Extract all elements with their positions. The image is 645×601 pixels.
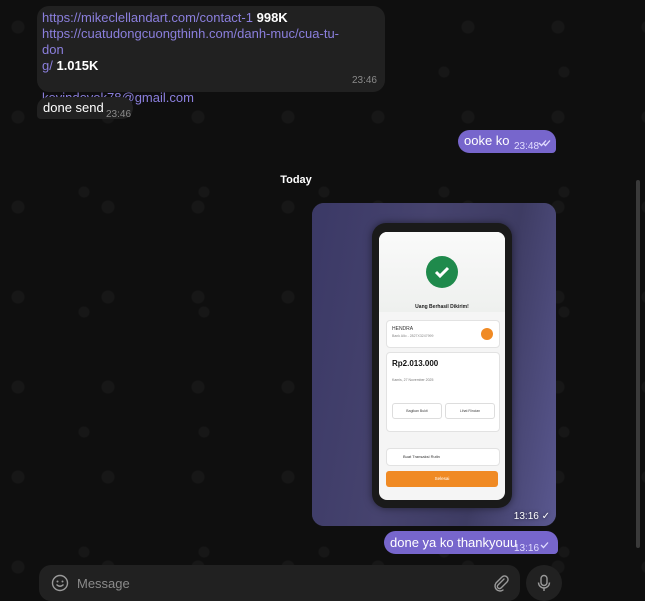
microphone-button[interactable] [526, 565, 562, 601]
outgoing-photo-message[interactable]: Uang Berhasil Dikirim! HENDRA Bank Allo … [312, 203, 556, 526]
link-cuatudong[interactable]: https://cuatudongcuongthinh.com/danh-muc… [42, 26, 339, 57]
routine-card: Buat Transaksi Rutin [386, 448, 500, 466]
outgoing-message-ooke[interactable]: ooke ko 23:48 [458, 130, 556, 153]
incoming-message-done[interactable]: done send 23:46 [37, 97, 133, 120]
recipient-sub: Bank Allo - 2827X3247999 [392, 334, 434, 338]
date-separator: Today [280, 174, 312, 186]
recipient-name: HENDRA [392, 326, 414, 332]
message-text: done ya ko thankyouu [390, 535, 518, 550]
share-proof-button: Bagikan Bukti [392, 403, 442, 419]
message-time: 23:48 [514, 141, 540, 152]
message-time: 13:16 [514, 543, 540, 554]
incoming-message-links[interactable]: https://mikeclellandart.com/contact-1 99… [37, 6, 385, 105]
routine-text: Buat Transaksi Rutin [403, 454, 440, 459]
size-label: 998K [256, 10, 288, 25]
size-label: 1.015K [56, 58, 99, 73]
message-composer [39, 565, 520, 601]
message-text: https://mikeclellandart.com/contact-1 99… [42, 10, 352, 106]
double-check-icon [538, 140, 551, 147]
recipient-card: HENDRA Bank Allo - 2827X3247999 [386, 320, 500, 348]
message-time: 13:16 ✓ [513, 511, 550, 522]
message-input[interactable] [77, 573, 477, 593]
message-time: 23:46 [351, 75, 377, 86]
attach-icon[interactable] [493, 574, 509, 592]
amount-card: Rp2.013.000 Kamis, 27 November 2025 Bagi… [386, 352, 500, 432]
chat-scrollbar[interactable] [636, 180, 640, 548]
outgoing-message-thanks[interactable]: done ya ko thankyouu 13:16 [384, 531, 558, 554]
transfer-date: Kamis, 27 November 2025 [392, 378, 434, 382]
link-cuatudong-end[interactable]: g/ [42, 58, 53, 73]
recipient-avatar [481, 328, 493, 340]
link-mikeclellandart[interactable]: https://mikeclellandart.com/contact-1 [42, 10, 253, 25]
phone-in-photo: Uang Berhasil Dikirim! HENDRA Bank Allo … [372, 223, 512, 508]
message-text: done send [43, 100, 104, 115]
success-star-icon [426, 256, 458, 288]
selesai-button: Selesai [386, 471, 498, 487]
screen-title: Uang Berhasil Dikirim! [415, 304, 469, 310]
emoji-icon[interactable] [51, 574, 69, 592]
check-icon [540, 542, 549, 549]
message-text: ooke ko [464, 133, 510, 148]
phone-screen: Uang Berhasil Dikirim! HENDRA Bank Allo … [379, 232, 505, 500]
view-details-button: Lihat Rincian [445, 403, 495, 419]
message-time: 23:46 [106, 109, 132, 120]
microphone-icon [537, 574, 551, 591]
amount: Rp2.013.000 [392, 359, 439, 368]
